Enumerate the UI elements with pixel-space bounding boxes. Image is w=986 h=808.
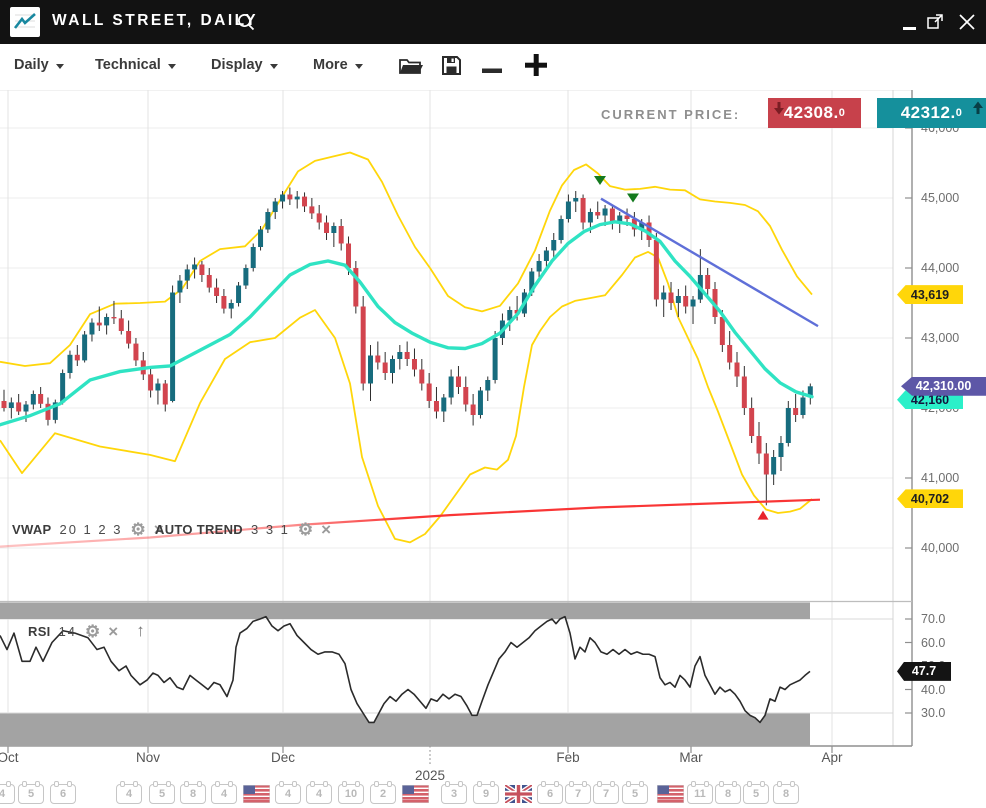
year-axis-label: 2025	[415, 768, 445, 783]
month-axis-label: Mar	[679, 750, 702, 765]
chart-app-icon	[10, 7, 40, 37]
bollinger-upper-value-badge: 43,619	[897, 285, 963, 304]
rsi-remove-close-icon[interactable]: ×	[108, 623, 118, 640]
minimize-button[interactable]	[903, 27, 916, 30]
chevron-down-icon	[270, 64, 278, 69]
chart-toolbar: Daily Technical Display More CURRENT PRI…	[0, 44, 986, 90]
calendar-event-icon[interactable]: 9	[473, 784, 499, 804]
price-axis-tick-label: 45,000	[921, 191, 959, 205]
calendar-event-icon[interactable]: 5	[743, 784, 769, 804]
calendar-event-icon[interactable]: 2	[370, 784, 396, 804]
calendar-event-icon[interactable]: 5	[18, 784, 44, 804]
rsi-settings-gear-icon[interactable]: ⚙	[85, 623, 100, 640]
display-dropdown[interactable]: Display	[211, 57, 278, 73]
rsi-params: 14	[59, 624, 77, 639]
calendar-event-icon[interactable]: 8	[715, 784, 741, 804]
zoom-in-plus-icon[interactable]	[524, 53, 548, 82]
calendar-event-icon[interactable]: 10	[338, 784, 364, 804]
us-flag-event-icon[interactable]	[402, 785, 429, 803]
calendar-event-icon[interactable]: 4	[0, 784, 15, 804]
window-title: WALL STREET, DAILY	[52, 12, 258, 30]
price-axis-tick-label: 40,000	[921, 541, 959, 555]
calendar-event-icon[interactable]: 7	[565, 784, 591, 804]
rsi-axis-tick-label: 70.0	[921, 612, 945, 626]
zoom-out-minus-icon[interactable]	[481, 62, 503, 80]
grid-lines	[0, 90, 912, 745]
calendar-event-icon[interactable]: 5	[149, 784, 175, 804]
calendar-event-icon[interactable]: 11	[687, 784, 713, 804]
chevron-down-icon	[168, 64, 176, 69]
auto-trendline	[601, 199, 818, 326]
offer-price-badge: 42312.0	[877, 98, 986, 128]
display-dropdown-label: Display	[211, 57, 263, 73]
last-price-value-badge: 42,310.00	[901, 377, 986, 396]
price-down-arrow-icon	[773, 102, 785, 116]
save-floppy-icon[interactable]	[441, 55, 462, 81]
auto-trend-params: 3 3 1	[251, 522, 290, 537]
price-axis-tick-label: 41,000	[921, 471, 959, 485]
timeframe-dropdown-label: Daily	[14, 57, 49, 73]
calendar-event-icon[interactable]: 6	[537, 784, 563, 804]
popout-button[interactable]	[926, 12, 946, 32]
rsi-axis-tick-label: 60.0	[921, 636, 945, 650]
search-icon[interactable]	[237, 13, 256, 37]
month-axis-label: Feb	[556, 750, 579, 765]
rsi-indicator-label: RSI 14 ⚙ × ↑	[28, 621, 145, 641]
axes-frame	[0, 90, 912, 766]
bollinger-lower-value-badge: 40,702	[897, 489, 963, 508]
chevron-down-icon	[355, 64, 363, 69]
us-flag-event-icon[interactable]	[243, 785, 270, 803]
calendar-event-icon[interactable]: 4	[116, 784, 142, 804]
calendar-event-icon[interactable]: 7	[593, 784, 619, 804]
rsi-collapse-arrow-icon[interactable]: ↑	[136, 621, 145, 641]
bollinger-bands	[0, 153, 812, 543]
uk-flag-event-icon[interactable]	[505, 785, 532, 803]
open-folder-icon[interactable]	[398, 56, 424, 81]
calendar-event-icon[interactable]: 8	[773, 784, 799, 804]
calendar-event-icon[interactable]: 5	[622, 784, 648, 804]
vwap-params: 20 1 2 3	[59, 522, 122, 537]
rsi-value-badge: 47.7	[897, 662, 951, 681]
month-axis-label: Oct	[0, 750, 19, 765]
price-axis-tick-label: 43,000	[921, 331, 959, 345]
auto-trend-name: AUTO TREND	[155, 522, 243, 537]
more-dropdown[interactable]: More	[313, 57, 363, 73]
chevron-down-icon	[56, 64, 64, 69]
month-axis-label: Dec	[271, 750, 295, 765]
more-dropdown-label: More	[313, 57, 348, 73]
calendar-event-icon[interactable]: 6	[50, 784, 76, 804]
calendar-event-icon[interactable]: 8	[180, 784, 206, 804]
close-button[interactable]	[957, 12, 977, 32]
auto-trend-settings-gear-icon[interactable]: ⚙	[298, 521, 313, 538]
window-titlebar: WALL STREET, DAILY	[0, 0, 986, 44]
price-axis-tick-label: 44,000	[921, 261, 959, 275]
timeframe-dropdown[interactable]: Daily	[14, 57, 64, 73]
vwap-settings-gear-icon[interactable]: ⚙	[130, 521, 145, 538]
vwap-name: VWAP	[12, 522, 51, 537]
auto-trend-indicator-label: AUTO TREND 3 3 1 ⚙ ×	[155, 521, 331, 538]
calendar-event-icon[interactable]: 4	[275, 784, 301, 804]
buy-signal-arrow-icon	[758, 511, 769, 520]
calendar-event-icon[interactable]: 3	[441, 784, 467, 804]
month-axis-label: Nov	[136, 750, 160, 765]
calendar-event-icon[interactable]: 4	[211, 784, 237, 804]
bid-price-badge: 42308.0	[768, 98, 861, 128]
us-flag-event-icon[interactable]	[657, 785, 684, 803]
vwap-indicator-label: VWAP 20 1 2 3 ⚙ ×	[12, 521, 164, 538]
technical-dropdown[interactable]: Technical	[95, 57, 176, 73]
rsi-axis-tick-label: 40.0	[921, 683, 945, 697]
price-up-arrow-icon	[972, 101, 984, 115]
current-price-label: CURRENT PRICE:	[601, 107, 740, 122]
month-axis-label: Apr	[821, 750, 842, 765]
rsi-axis-tick-label: 30.0	[921, 706, 945, 720]
rsi-pane	[0, 549, 810, 784]
calendar-event-icon[interactable]: 4	[306, 784, 332, 804]
technical-dropdown-label: Technical	[95, 57, 161, 73]
auto-trend-remove-close-icon[interactable]: ×	[321, 521, 331, 538]
rsi-name: RSI	[28, 624, 51, 639]
